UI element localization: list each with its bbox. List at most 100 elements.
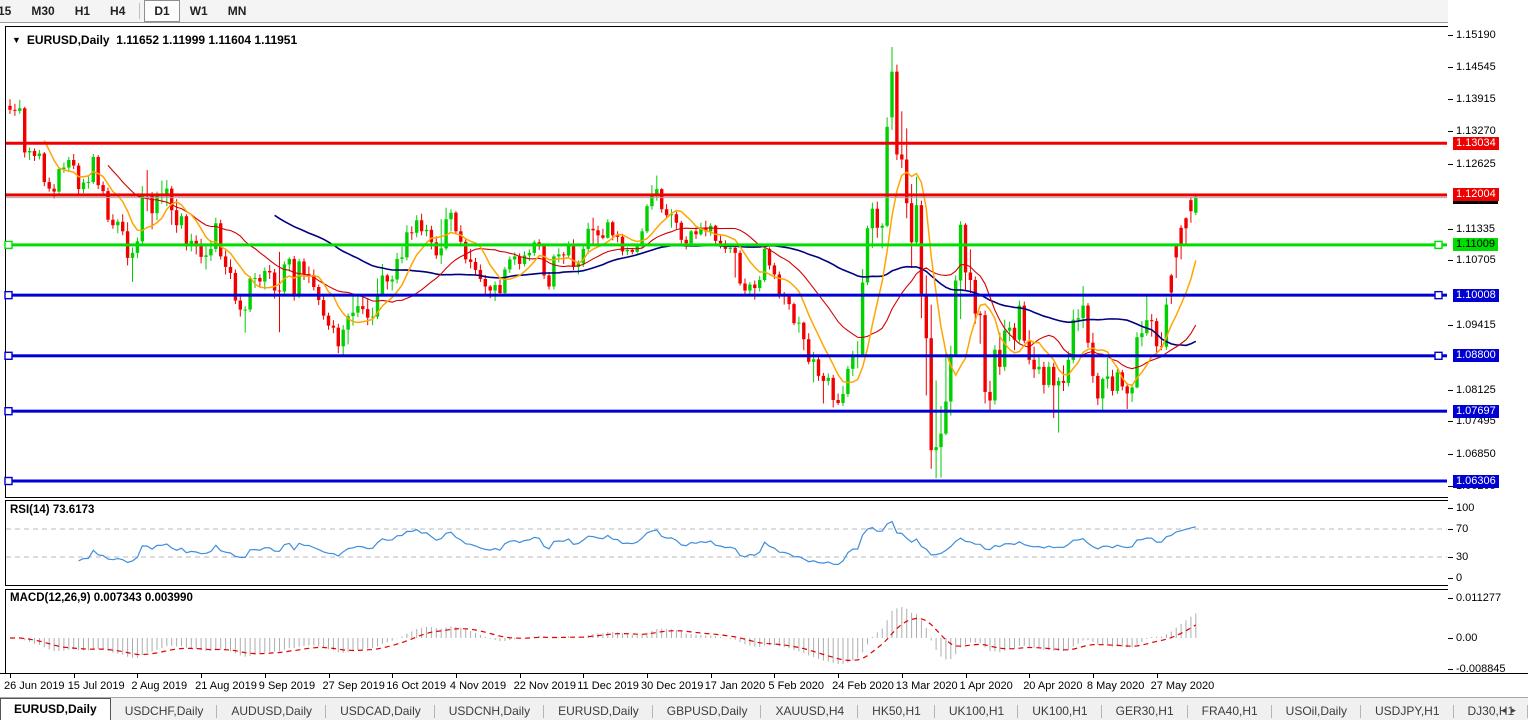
level-line-1.11009 [6, 243, 1447, 246]
symbol-dropdown-icon[interactable]: ▼ [12, 35, 21, 45]
tab-hk50-h1-8[interactable]: HK50,H1 [858, 701, 935, 720]
level-handle [1435, 241, 1442, 248]
date-label: 11 Dec 2019 [577, 680, 639, 692]
axis-tick [1448, 67, 1453, 68]
level-line-1.13034 [6, 142, 1447, 145]
tab-scroll-arrows[interactable]: ◂▸ [1501, 705, 1522, 716]
date-tick [265, 674, 266, 678]
date-tick [711, 674, 712, 678]
macd-signal-line [10, 618, 1196, 660]
timeframe-button-mn[interactable]: MN [218, 0, 257, 22]
timeframe-button-m30[interactable]: M30 [21, 0, 64, 22]
axis-tick [1448, 638, 1453, 639]
date-label: 4 Nov 2019 [450, 680, 506, 692]
level-handle [5, 352, 12, 359]
price-tick-label: 1.08125 [1456, 384, 1496, 396]
level-price-tag-1.11009: 1.11009 [1453, 238, 1498, 251]
timeframe-toolbar: M15M30H1H4 D1W1MN [0, 0, 1528, 23]
level-price-tag-1.08800: 1.08800 [1453, 349, 1499, 362]
axis-tick [1448, 164, 1453, 165]
tab-xauusd-h4-7[interactable]: XAUUSD,H4 [761, 701, 858, 720]
tab-uk100-h1-10[interactable]: UK100,H1 [1018, 701, 1101, 720]
level-price-tag-1.06306: 1.06306 [1453, 475, 1499, 488]
ma-fast-line [44, 141, 1196, 386]
macd-indicator-label: MACD(12,26,9) 0.007343 0.003990 [10, 592, 193, 604]
date-label: 24 Feb 2020 [832, 680, 894, 692]
level-handle [1435, 352, 1442, 359]
date-label: 27 Sep 2019 [323, 680, 385, 692]
date-tick [10, 674, 11, 678]
timeframe-button-h1[interactable]: H1 [65, 0, 100, 22]
chart-tab-bar: EURUSD,DailyUSDCHF,DailyAUDUSD,DailyUSDC… [0, 697, 1528, 720]
date-label: 22 Nov 2019 [514, 680, 576, 692]
timeframe-button-d1[interactable]: D1 [144, 0, 179, 22]
date-label: 2 Aug 2019 [131, 680, 187, 692]
date-tick [1093, 674, 1094, 678]
rsi-indicator-label: RSI(14) 73.6173 [10, 504, 94, 516]
tab-usoil-daily-13[interactable]: USOil,Daily [1272, 701, 1361, 720]
tab-usdcad-daily-3[interactable]: USDCAD,Daily [326, 701, 435, 720]
axis-tick [1448, 508, 1453, 509]
price-tick-label: 1.13915 [1456, 93, 1496, 105]
date-label: 1 Apr 2020 [960, 680, 1013, 692]
date-tick [1157, 674, 1158, 678]
level-line-1.07697 [6, 410, 1447, 413]
toolbar-separator [139, 3, 140, 19]
axis-tick [1448, 35, 1453, 36]
macd-tick-label: 0.00 [1456, 632, 1477, 644]
level-price-tag-1.10008: 1.10008 [1453, 289, 1499, 302]
ma-slow-line [275, 215, 1196, 345]
tab-fra40-h1-12[interactable]: FRA40,H1 [1188, 701, 1272, 720]
date-tick [902, 674, 903, 678]
axis-tick [1448, 557, 1453, 558]
date-tick [647, 674, 648, 678]
level-price-tag-1.12004: 1.12004 [1453, 188, 1499, 201]
level-line-1.08800 [6, 354, 1447, 357]
rsi-chart[interactable] [0, 501, 1528, 585]
date-tick [966, 674, 967, 678]
date-label: 5 Feb 2020 [768, 680, 824, 692]
price-tick-label: 1.13270 [1456, 125, 1496, 137]
date-axis[interactable]: 26 Jun 201915 Jul 20192 Aug 201921 Aug 2… [0, 673, 1528, 698]
level-price-tag-1.07697: 1.07697 [1453, 405, 1499, 418]
date-label: 27 May 2020 [1151, 680, 1215, 692]
macd-tick-label: 0.011277 [1456, 592, 1501, 604]
price-axis[interactable]: 1.151901.145451.139151.132701.126251.113… [1448, 0, 1528, 697]
chart-symbol: EURUSD,Daily [27, 33, 110, 47]
price-tick-label: 1.15190 [1456, 29, 1496, 41]
tab-audusd-daily-2[interactable]: AUDUSD,Daily [217, 701, 326, 720]
axis-tick [1448, 131, 1453, 132]
date-label: 30 Dec 2019 [641, 680, 703, 692]
timeframe-button-w1[interactable]: W1 [180, 0, 218, 22]
date-label: 26 Jun 2019 [4, 680, 65, 692]
level-handle [5, 292, 12, 299]
date-tick [201, 674, 202, 678]
tab-scroll-right-icon[interactable]: ▸ [1511, 705, 1522, 715]
date-tick [774, 674, 775, 678]
rsi-tick-label: 0 [1456, 572, 1462, 584]
price-tick-label: 1.14545 [1456, 61, 1496, 73]
date-tick [583, 674, 584, 678]
tab-scroll-left-icon[interactable]: ◂ [1501, 705, 1512, 715]
tab-usdchf-daily-1[interactable]: USDCHF,Daily [111, 701, 218, 720]
date-tick [520, 674, 521, 678]
chart-ohlc-values: 1.11652 1.11999 1.11604 1.11951 [116, 33, 297, 47]
date-label: 9 Sep 2019 [259, 680, 315, 692]
axis-tick [1448, 99, 1453, 100]
macd-chart[interactable] [0, 590, 1528, 673]
tab-usdcnh-daily-4[interactable]: USDCNH,Daily [435, 701, 544, 720]
candlestick-chart[interactable] [0, 24, 1528, 499]
timeframe-button-m15[interactable]: M15 [0, 0, 21, 22]
tab-eurusd-daily[interactable]: EURUSD,Daily [0, 698, 111, 720]
tab-gbpusd-daily-6[interactable]: GBPUSD,Daily [653, 701, 762, 720]
tab-usdjpy-h1-14[interactable]: USDJPY,H1 [1361, 701, 1453, 720]
axis-tick [1448, 578, 1453, 579]
tab-eurusd-daily-5[interactable]: EURUSD,Daily [544, 701, 653, 720]
price-tick-label: 1.12625 [1456, 158, 1496, 170]
tab-ger30-h1-11[interactable]: GER30,H1 [1102, 701, 1188, 720]
rsi-tick-label: 100 [1456, 502, 1474, 514]
tab-uk100-h1-9[interactable]: UK100,H1 [935, 701, 1018, 720]
level-line-1.12004 [6, 193, 1447, 196]
timeframe-button-h4[interactable]: H4 [100, 0, 135, 22]
date-label: 20 Apr 2020 [1023, 680, 1082, 692]
